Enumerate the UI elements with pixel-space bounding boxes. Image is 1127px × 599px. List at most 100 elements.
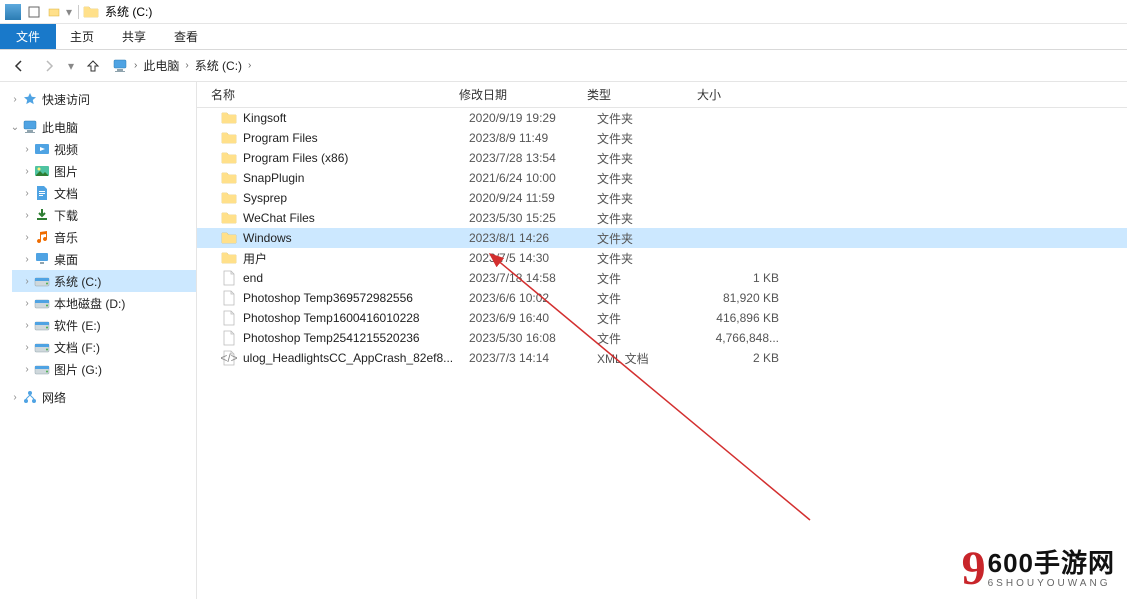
file-row[interactable]: Photoshop Temp2541215520236 2023/5/30 16…	[197, 328, 1127, 348]
file-row[interactable]: WeChat Files 2023/5/30 15:25 文件夹	[197, 208, 1127, 228]
expand-icon[interactable]: ›	[20, 298, 34, 309]
file-row[interactable]: end 2023/7/18 14:58 文件 1 KB	[197, 268, 1127, 288]
qat-new-folder-icon[interactable]	[46, 4, 62, 20]
file-row[interactable]: SnapPlugin 2021/6/24 10:00 文件夹	[197, 168, 1127, 188]
tree-label: 网络	[42, 389, 66, 406]
tree-quick-access[interactable]: › 快速访问	[0, 88, 196, 110]
forward-button[interactable]	[36, 53, 62, 79]
folder-icon	[221, 170, 237, 186]
tree-network[interactable]: › 网络	[0, 386, 196, 408]
folder-icon	[221, 190, 237, 206]
file-tab[interactable]: 文件	[0, 24, 56, 49]
tree-item[interactable]: › 桌面	[12, 248, 196, 270]
tree-item[interactable]: › 图片 (G:)	[12, 358, 196, 380]
cell-date: 2021/6/24 10:00	[469, 171, 597, 185]
drive-icon	[34, 295, 50, 311]
tree-item[interactable]: › 系统 (C:)	[12, 270, 196, 292]
expand-icon[interactable]: ›	[20, 320, 34, 331]
cell-name: Photoshop Temp369572982556	[243, 291, 469, 305]
expand-icon[interactable]: ›	[20, 254, 34, 265]
expand-icon[interactable]: ›	[8, 94, 22, 105]
tree-item[interactable]: › 文档 (F:)	[12, 336, 196, 358]
cell-size: 416,896 KB	[707, 311, 787, 325]
back-button[interactable]	[6, 53, 32, 79]
crumb-this-pc[interactable]: 此电脑	[139, 57, 183, 74]
expand-icon[interactable]: ›	[20, 232, 34, 243]
pictures-icon	[34, 163, 50, 179]
expand-icon[interactable]: ›	[20, 276, 34, 287]
cell-date: 2023/6/6 10:02	[469, 291, 597, 305]
tree-item[interactable]: › 本地磁盘 (D:)	[12, 292, 196, 314]
expand-icon[interactable]: ›	[20, 144, 34, 155]
cell-type: 文件	[597, 290, 707, 307]
crumb-drive[interactable]: 系统 (C:)	[191, 57, 246, 74]
cell-name: ulog_HeadlightsCC_AppCrash_82ef8...	[243, 351, 469, 365]
folder-icon	[221, 130, 237, 146]
file-row[interactable]: Program Files 2023/8/9 11:49 文件夹	[197, 128, 1127, 148]
history-dropdown-icon[interactable]: ▾	[66, 59, 76, 73]
col-type[interactable]: 类型	[581, 86, 691, 103]
expand-icon[interactable]: ›	[20, 188, 34, 199]
qat-dropdown-icon[interactable]: ▾	[64, 5, 74, 19]
tree-item[interactable]: › 文档	[12, 182, 196, 204]
expand-icon[interactable]: ›	[8, 392, 22, 403]
cell-date: 2020/9/19 19:29	[469, 111, 597, 125]
col-name[interactable]: 名称	[205, 86, 453, 103]
tree-label: 图片	[54, 163, 78, 180]
tree-label: 此电脑	[42, 119, 78, 136]
file-row[interactable]: Windows 2023/8/1 14:26 文件夹	[197, 228, 1127, 248]
tree-label: 文档	[54, 185, 78, 202]
chevron-right-icon[interactable]: ›	[132, 60, 139, 71]
app-icon	[5, 4, 21, 20]
tab-view[interactable]: 查看	[160, 24, 212, 49]
cell-date: 2023/5/30 15:25	[469, 211, 597, 225]
cell-name: end	[243, 271, 469, 285]
expand-icon[interactable]: ›	[20, 342, 34, 353]
file-row[interactable]: Photoshop Temp369572982556 2023/6/6 10:0…	[197, 288, 1127, 308]
address-bar[interactable]: › 此电脑 › 系统 (C:) ›	[110, 55, 255, 77]
cell-name: WeChat Files	[243, 211, 469, 225]
cell-date: 2023/8/9 11:49	[469, 131, 597, 145]
cell-type: 文件夹	[597, 210, 707, 227]
qat-properties-icon[interactable]	[26, 4, 42, 20]
titlebar-divider	[78, 5, 79, 19]
chevron-right-icon[interactable]: ›	[246, 60, 253, 71]
expand-icon[interactable]: ›	[20, 210, 34, 221]
folder-icon	[221, 150, 237, 166]
cell-type: 文件	[597, 330, 707, 347]
tree-item[interactable]: › 软件 (E:)	[12, 314, 196, 336]
tab-share[interactable]: 共享	[108, 24, 160, 49]
file-row[interactable]: Kingsoft 2020/9/19 19:29 文件夹	[197, 108, 1127, 128]
up-button[interactable]	[80, 53, 106, 79]
expand-icon[interactable]: ›	[20, 166, 34, 177]
collapse-icon[interactable]: ⌄	[8, 122, 22, 133]
tree-this-pc[interactable]: ⌄ 此电脑	[0, 116, 196, 138]
col-size[interactable]: 大小	[691, 86, 771, 103]
tree-item[interactable]: › 视频	[12, 138, 196, 160]
cell-size: 1 KB	[707, 271, 787, 285]
col-date[interactable]: 修改日期	[453, 86, 581, 103]
chevron-right-icon[interactable]: ›	[183, 60, 190, 71]
cell-type: 文件	[597, 310, 707, 327]
tab-home[interactable]: 主页	[56, 24, 108, 49]
cell-name: Photoshop Temp1600416010228	[243, 311, 469, 325]
cell-type: 文件	[597, 270, 707, 287]
tree-label: 图片 (G:)	[54, 361, 102, 378]
file-row[interactable]: Sysprep 2020/9/24 11:59 文件夹	[197, 188, 1127, 208]
doc-icon	[221, 310, 237, 326]
tree-item[interactable]: › 下载	[12, 204, 196, 226]
file-row[interactable]: Photoshop Temp1600416010228 2023/6/9 16:…	[197, 308, 1127, 328]
music-icon	[34, 229, 50, 245]
tree-item[interactable]: › 音乐	[12, 226, 196, 248]
cell-date: 2020/9/24 11:59	[469, 191, 597, 205]
file-row[interactable]: Program Files (x86) 2023/7/28 13:54 文件夹	[197, 148, 1127, 168]
cell-name: 用户	[243, 250, 469, 267]
watermark-cn: 600手游网	[988, 549, 1115, 578]
drive-icon	[34, 339, 50, 355]
file-row[interactable]: 用户 2023/7/5 14:30 文件夹	[197, 248, 1127, 268]
cell-type: 文件夹	[597, 190, 707, 207]
file-row[interactable]: ulog_HeadlightsCC_AppCrash_82ef8... 2023…	[197, 348, 1127, 368]
expand-icon[interactable]: ›	[20, 364, 34, 375]
cell-name: Windows	[243, 231, 469, 245]
tree-item[interactable]: › 图片	[12, 160, 196, 182]
